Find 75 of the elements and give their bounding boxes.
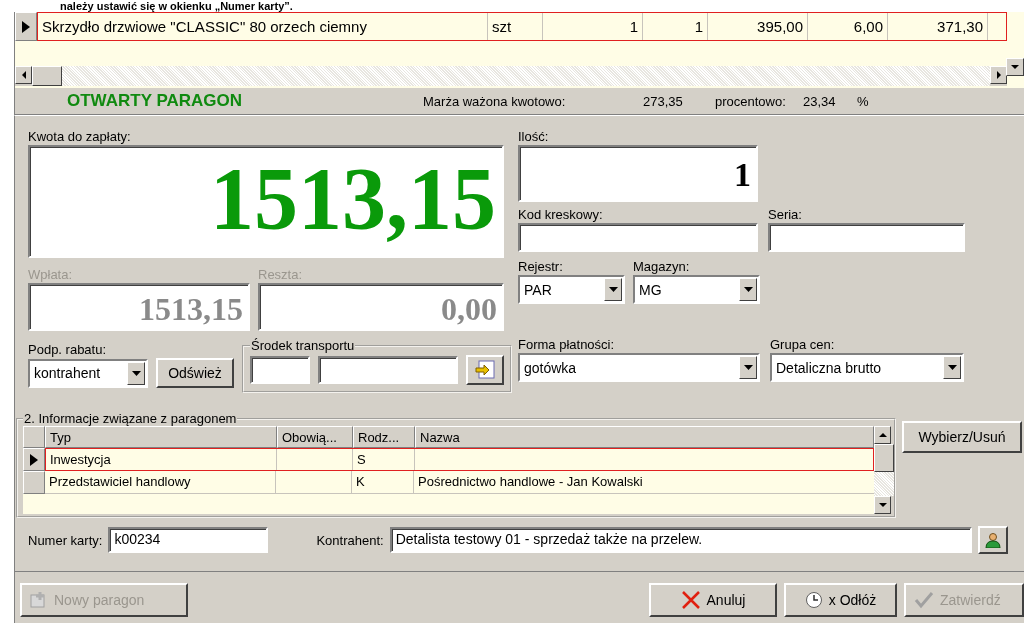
group-title: 2. Informacje związane z paragonem bbox=[23, 411, 238, 426]
table-cell: K bbox=[352, 471, 414, 493]
margin-label: Marża ważona kwotowo: bbox=[423, 93, 567, 109]
field-label: Seria: bbox=[768, 206, 803, 223]
vertical-scrollbar[interactable] bbox=[874, 426, 894, 514]
percent-label: procentowo: bbox=[715, 93, 787, 109]
table-cell: 6,00 bbox=[808, 13, 888, 40]
field-label: Kod kreskowy: bbox=[518, 206, 604, 223]
margin-value: 273,35 bbox=[643, 93, 684, 109]
horizontal-scrollbar[interactable] bbox=[15, 66, 1007, 86]
table-cell-text: Pośrednictwo handlowe - Jan Kowalski bbox=[417, 473, 644, 491]
field-label: Kwota do zapłaty: bbox=[28, 128, 132, 145]
select-remove-button[interactable]: Wybierz/Usuń bbox=[902, 421, 1022, 453]
dropdown[interactable]: Detaliczna brutto bbox=[770, 353, 964, 382]
column-header[interactable]: Rodz... bbox=[353, 426, 415, 448]
grid-row[interactable]: Przedstawiciel handlowy K Pośrednictwo handlowe - Jan Kowalski bbox=[45, 471, 874, 494]
table-cell: S bbox=[353, 449, 415, 470]
column-header[interactable]: Obowią... bbox=[277, 426, 353, 448]
grid-row[interactable]: Inwestycja S bbox=[45, 448, 874, 471]
group-title: Środek transportu bbox=[250, 338, 356, 353]
card-number-field[interactable]: k00234 bbox=[108, 527, 269, 553]
receipt-status: OTWARTY PARAGON bbox=[67, 91, 244, 111]
field-label: Wpłata: bbox=[28, 266, 74, 283]
scroll-left-icon[interactable] bbox=[15, 66, 32, 84]
quantity-field[interactable]: 1 bbox=[518, 145, 758, 202]
scroll-up-icon[interactable] bbox=[874, 426, 891, 444]
contractor-field[interactable]: Detalista testowy 01 - sprzedaż także na przelew. bbox=[389, 527, 972, 553]
field-label: Rejestr: bbox=[518, 258, 564, 275]
scroll-thumb[interactable] bbox=[32, 66, 62, 86]
field-label: Magazyn: bbox=[633, 258, 691, 275]
field-label: Numer karty: bbox=[28, 531, 103, 549]
table-cell: Skrzydło drzwiowe "CLASSIC" 80 orzech ciemny bbox=[38, 13, 488, 40]
field-label: Forma płatności: bbox=[518, 336, 616, 353]
add-document-icon bbox=[30, 591, 48, 609]
scroll-down-icon[interactable] bbox=[874, 496, 891, 514]
column-header[interactable]: Typ bbox=[45, 426, 277, 448]
column-header[interactable]: Nazwa bbox=[415, 426, 874, 448]
barcode-field[interactable] bbox=[518, 223, 758, 252]
person-icon[interactable] bbox=[977, 526, 1008, 554]
scroll-thumb[interactable] bbox=[874, 444, 894, 472]
scroll-down-icon[interactable] bbox=[1006, 58, 1024, 76]
field-label: Ilość: bbox=[518, 128, 550, 145]
scroll-right-icon[interactable] bbox=[990, 66, 1007, 84]
series-field[interactable] bbox=[768, 223, 965, 252]
table-cell: szt bbox=[488, 13, 543, 40]
dropdown[interactable]: kontrahent bbox=[28, 358, 148, 388]
input-field[interactable] bbox=[250, 356, 310, 384]
dropdown[interactable]: PAR bbox=[518, 275, 625, 304]
instruction-heading: należy ustawić się w okienku „Numer karty”. bbox=[59, 0, 294, 12]
footer-button[interactable]: x Odłóż bbox=[784, 583, 897, 617]
field-label: Reszta: bbox=[258, 266, 304, 283]
percent-value: 23,34 bbox=[803, 93, 837, 109]
footer-button[interactable]: Anuluj bbox=[649, 583, 777, 617]
grid-row[interactable]: Skrzydło drzwiowe "CLASSIC" 80 orzech ciemny szt 1 1 395,00 6,00 371,30 bbox=[37, 12, 1007, 41]
close-icon bbox=[680, 590, 701, 610]
field-label: Grupa cen: bbox=[770, 336, 836, 353]
clock-icon bbox=[804, 591, 823, 609]
table-cell: Inwestycja bbox=[46, 449, 277, 470]
field-label: Podp. rabatu: bbox=[28, 341, 108, 358]
row-indicator[interactable] bbox=[15, 12, 37, 41]
dropdown[interactable]: gotówka bbox=[518, 353, 760, 382]
row-indicator[interactable] bbox=[23, 448, 45, 471]
table-cell: 371,30 bbox=[888, 13, 988, 40]
table-cell: 1 bbox=[643, 13, 708, 40]
table-cell: Przedstawiciel handlowy bbox=[45, 471, 276, 493]
dropdown[interactable]: MG bbox=[633, 275, 760, 304]
field-label: Kontrahent: bbox=[316, 531, 384, 549]
swap-icon[interactable] bbox=[466, 355, 504, 385]
input-field[interactable] bbox=[318, 356, 458, 384]
percent-unit: % bbox=[857, 93, 869, 109]
refresh-button[interactable]: Odśwież bbox=[156, 358, 234, 388]
table-cell: 1 bbox=[543, 13, 643, 40]
amount-due-field[interactable]: 1513,15 bbox=[28, 145, 504, 258]
checkmark-icon bbox=[914, 591, 934, 609]
table-cell: 395,00 bbox=[708, 13, 808, 40]
